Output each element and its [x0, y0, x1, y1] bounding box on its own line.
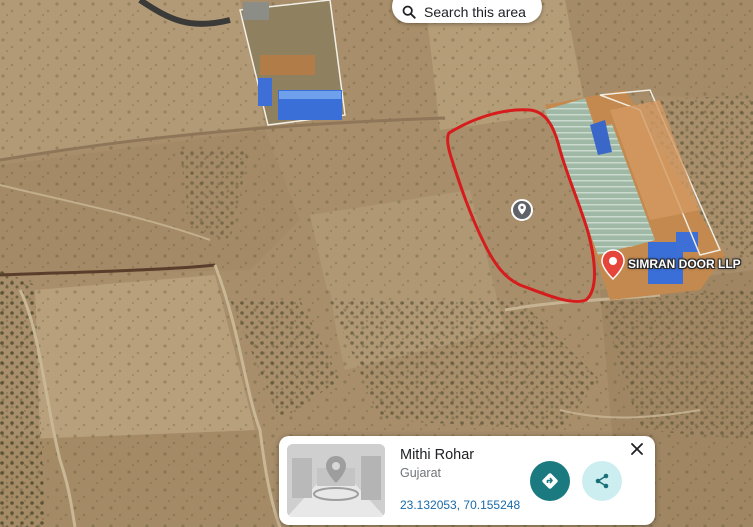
poi-label[interactable]: SIMRAN DOOR LLP	[628, 257, 741, 271]
search-this-area-button[interactable]: Search this area	[392, 0, 542, 23]
place-info-card[interactable]: Mithi Rohar Gujarat 23.132053, 70.155248	[279, 436, 655, 525]
search-this-area-label: Search this area	[424, 3, 526, 20]
share-icon	[595, 473, 609, 489]
share-button[interactable]	[582, 461, 622, 501]
place-title: Mithi Rohar	[400, 447, 475, 463]
search-icon	[402, 5, 416, 19]
close-icon[interactable]	[628, 440, 646, 458]
place-subtitle: Gujarat	[400, 466, 441, 480]
street-view-thumbnail[interactable]	[287, 444, 385, 517]
directions-button[interactable]	[530, 461, 570, 501]
dropped-pin-icon[interactable]	[511, 199, 533, 221]
directions-icon	[542, 473, 558, 489]
place-coordinates[interactable]: 23.132053, 70.155248	[400, 498, 520, 512]
